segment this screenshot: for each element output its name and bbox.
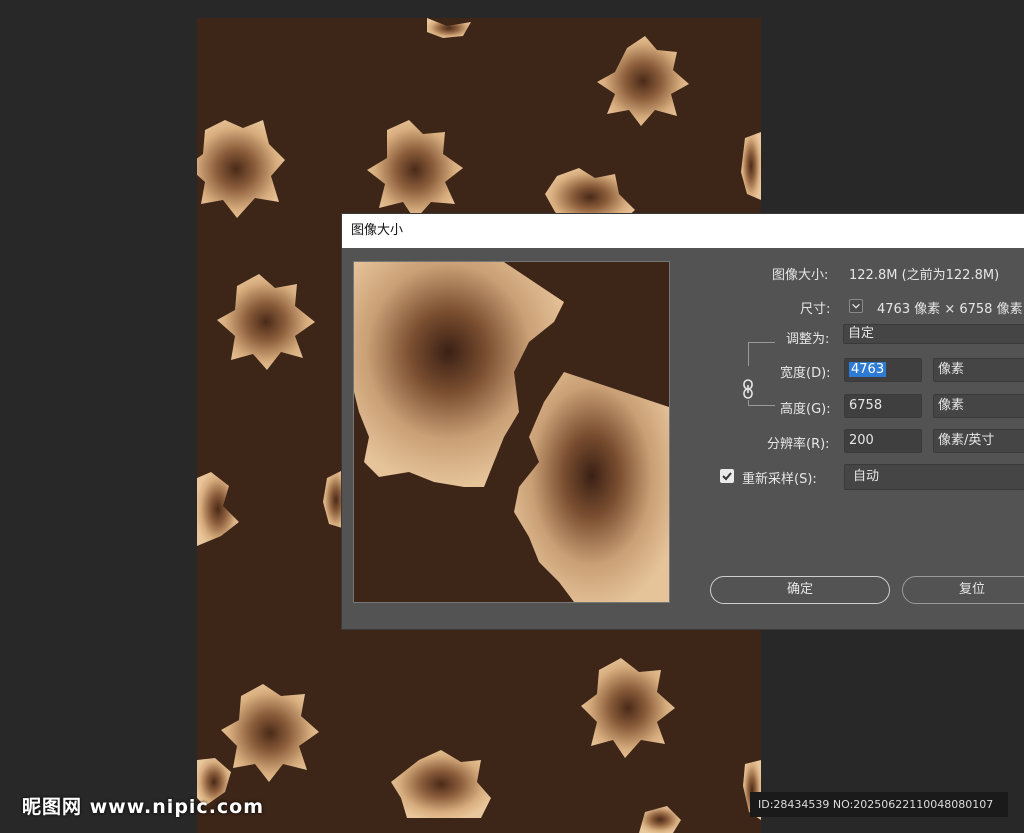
rose: [597, 36, 689, 126]
resample-label: 重新采样(S):: [742, 472, 817, 487]
site-watermark: 昵图网 www.nipic.com: [22, 796, 265, 818]
width-unit-select[interactable]: 像素: [933, 358, 1024, 382]
constrain-proportions-button[interactable]: [740, 378, 756, 400]
fit-to-select[interactable]: 自定: [843, 324, 1024, 344]
rose: [427, 18, 471, 38]
dimensions-value: 4763 像素 × 6758 像素: [877, 302, 1023, 317]
rose: [197, 120, 285, 218]
image-preview[interactable]: [353, 261, 670, 603]
preview-image: [354, 262, 669, 602]
rose: [367, 120, 463, 220]
rose: [639, 806, 681, 833]
height-unit-select[interactable]: 像素: [933, 394, 1024, 418]
chain-link-icon: [743, 379, 753, 399]
rose: [221, 684, 319, 782]
constrain-bracket-top: [748, 342, 775, 366]
rose: [741, 132, 761, 200]
resolution-label: 分辨率(R):: [767, 437, 830, 452]
width-value-selected: 4763: [849, 362, 887, 377]
image-size-dialog: 图像大小 图像大小: 122.8M (之前为122.8M) 尺寸: 4763 像…: [341, 213, 1024, 630]
height-input[interactable]: 6758: [844, 394, 922, 418]
rose: [581, 658, 675, 758]
rose: [217, 274, 315, 370]
rose: [391, 750, 491, 818]
ok-button[interactable]: 确定: [710, 576, 890, 604]
chevron-down-icon: [852, 303, 860, 309]
image-size-value: 122.8M (之前为122.8M): [849, 268, 1000, 283]
resolution-unit-select[interactable]: 像素/英寸: [933, 429, 1024, 453]
resample-checkbox[interactable]: [720, 469, 734, 483]
image-size-label: 图像大小:: [772, 268, 829, 283]
fit-to-label: 调整为:: [786, 332, 830, 347]
reset-button[interactable]: 复位: [902, 576, 1024, 604]
width-label: 宽度(D):: [780, 366, 831, 381]
height-label: 高度(G):: [780, 402, 831, 417]
width-input[interactable]: 4763: [844, 358, 922, 382]
dialog-title[interactable]: 图像大小: [342, 214, 1024, 248]
resample-select[interactable]: 自动: [844, 464, 1024, 490]
image-id-watermark: ID:28434539 NO:20250622110048080107: [750, 792, 1008, 817]
resolution-input[interactable]: 200: [844, 429, 922, 453]
checkmark-icon: [722, 472, 732, 481]
dimensions-unit-toggle[interactable]: [849, 299, 863, 313]
rose: [197, 472, 239, 546]
dimensions-label: 尺寸:: [800, 302, 831, 317]
